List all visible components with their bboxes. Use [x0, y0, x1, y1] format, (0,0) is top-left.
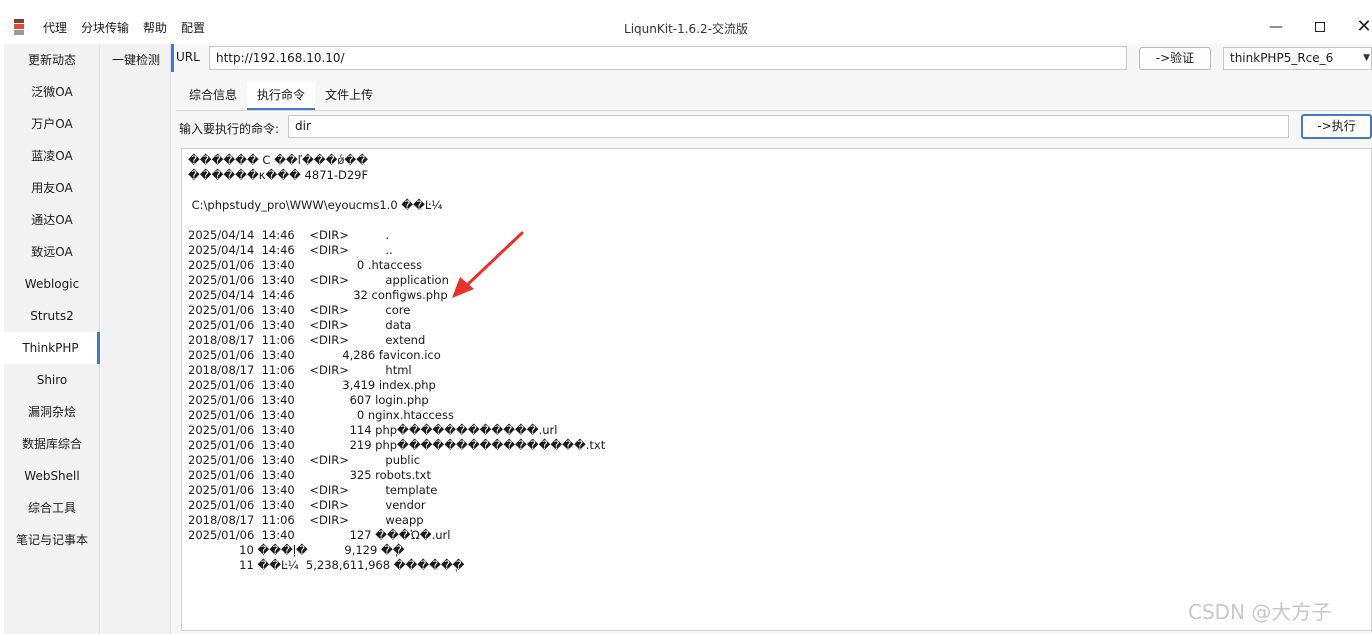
sidebar-item-updates[interactable]: 更新动态 [4, 44, 100, 76]
output-line: 2025/01/06 13:40 114 php������������.url [188, 423, 558, 437]
sidebar-item-weaver-oa[interactable]: 泛微OA [4, 76, 100, 108]
sidebar-item-tongda-oa[interactable]: 通达OA [4, 204, 100, 236]
output-line: 2025/01/06 13:40 219 php����������������… [188, 438, 606, 452]
sidebar-item-notes[interactable]: 笔记与记事本 [4, 524, 100, 556]
sidebar-item-webshell[interactable]: WebShell [4, 460, 100, 492]
main-panel: URL http://192.168.10.10/ ->验证 thinkPHP5… [171, 44, 1372, 634]
output-line: 2018/08/17 11:06 <DIR> extend [188, 333, 426, 347]
sidebar-item-shiro[interactable]: Shiro [4, 364, 100, 396]
maximize-button[interactable] [1308, 17, 1332, 37]
maximize-icon [1315, 22, 1325, 32]
close-button[interactable]: ✕ [1352, 17, 1372, 37]
output-line: 10 ���ļ� 9,129 �ֽ� [188, 543, 405, 557]
chevron-down-icon: ▼ [1363, 53, 1370, 63]
close-icon: ✕ [1356, 16, 1372, 37]
output-line: 2025/01/06 13:40 <DIR> template [188, 483, 438, 497]
output-line: 2025/01/06 13:40 <DIR> application [188, 273, 449, 287]
title-bar: 代理 分块传输 帮助 配置 LiqunKit-1.6.2-交流版 — ✕ [0, 0, 1372, 44]
sub-nav-one-click-detect[interactable]: 一键检测 [101, 44, 171, 76]
output-line: 2025/04/14 14:46 <DIR> . [188, 228, 390, 242]
command-input[interactable]: dir [288, 115, 1289, 138]
sidebar-item-tools[interactable]: 综合工具 [4, 492, 100, 524]
command-output[interactable]: ������ C ��ľ���ǿ�� ������κ��� 4871-D29F C… [181, 148, 1372, 631]
output-line: 2025/01/06 13:40 4,286 favicon.ico [188, 348, 441, 362]
output-line: 2018/08/17 11:06 <DIR> html [188, 363, 412, 377]
output-line: ������κ��� 4871-D29F [188, 168, 369, 182]
tab-divider [176, 110, 1372, 111]
sidebar-item-struts2[interactable]: Struts2 [4, 300, 100, 332]
sidebar-item-misc-vulns[interactable]: 漏洞杂烩 [4, 396, 100, 428]
url-accent-bar [171, 44, 174, 72]
output-line: 2025/01/06 13:40 3,419 index.php [188, 378, 436, 392]
watermark: CSDN @大方子 [1188, 600, 1332, 624]
output-line: 2025/01/06 13:40 0 nginx.htaccess [188, 408, 454, 422]
output-line: C:\phpstudy_pro\WWW\eyoucms1.0 ��Ŀ¼ [188, 198, 443, 212]
exploit-select-value: thinkPHP5_Rce_6 [1230, 51, 1334, 65]
tab-exec-command[interactable]: 执行命令 [247, 82, 316, 110]
output-line: 2025/01/06 13:40 607 login.php [188, 393, 429, 407]
sidebar-item-thinkphp[interactable]: ThinkPHP [4, 332, 100, 364]
output-line: 2018/08/17 11:06 <DIR> weapp [188, 513, 424, 527]
sidebar-item-seeyon-oa[interactable]: 致远OA [4, 236, 100, 268]
output-line: 2025/04/14 14:46 <DIR> .. [188, 243, 393, 257]
tab-file-upload[interactable]: 文件上传 [315, 82, 383, 110]
minimize-icon: — [1269, 19, 1283, 35]
exploit-select[interactable]: thinkPHP5_Rce_6 ▼ [1223, 47, 1372, 70]
verify-button[interactable]: ->验证 [1139, 47, 1211, 70]
output-line: ������ C ��ľ���ǿ�� [188, 153, 368, 167]
output-line: 2025/01/06 13:40 0 .htaccess [188, 258, 423, 272]
url-input[interactable]: http://192.168.10.10/ [209, 46, 1127, 70]
sidebar-item-weblogic[interactable]: Weblogic [4, 268, 100, 300]
output-line: 11 ��Ŀ¼ 5,238,611,968 �����ֽ� [188, 558, 465, 572]
tab-general-info[interactable]: 综合信息 [179, 82, 247, 110]
sidebar-item-landray-oa[interactable]: 蓝凌OA [4, 140, 100, 172]
output-line: 2025/01/06 13:40 325 robots.txt [188, 468, 431, 482]
minimize-button[interactable]: — [1264, 17, 1288, 37]
tab-bar: 综合信息 执行命令 文件上传 [179, 82, 383, 110]
sidebar-item-database[interactable]: 数据库综合 [4, 428, 100, 460]
execute-button[interactable]: ->执行 [1301, 114, 1372, 139]
output-line: 2025/01/06 13:40 <DIR> core [188, 303, 411, 317]
window-title: LiqunKit-1.6.2-交流版 [624, 22, 748, 36]
url-label: URL [176, 50, 200, 64]
output-line: 2025/01/06 13:40 <DIR> vendor [188, 498, 426, 512]
command-label: 输入要执行的命令: [179, 122, 280, 136]
output-line: 2025/01/06 13:40 <DIR> data [188, 318, 412, 332]
output-line: 2025/04/14 14:46 32 configws.php [188, 288, 448, 302]
sub-nav: 一键检测 [101, 44, 171, 634]
sidebar: 更新动态 泛微OA 万户OA 蓝凌OA 用友OA 通达OA 致远OA Weblo… [4, 44, 100, 634]
sidebar-item-yonyou-oa[interactable]: 用友OA [4, 172, 100, 204]
sidebar-item-wanhu-oa[interactable]: 万户OA [4, 108, 100, 140]
output-line: 2025/01/06 13:40 <DIR> public [188, 453, 421, 467]
output-line: 2025/01/06 13:40 127 ���Ὠ�.url [188, 528, 451, 542]
